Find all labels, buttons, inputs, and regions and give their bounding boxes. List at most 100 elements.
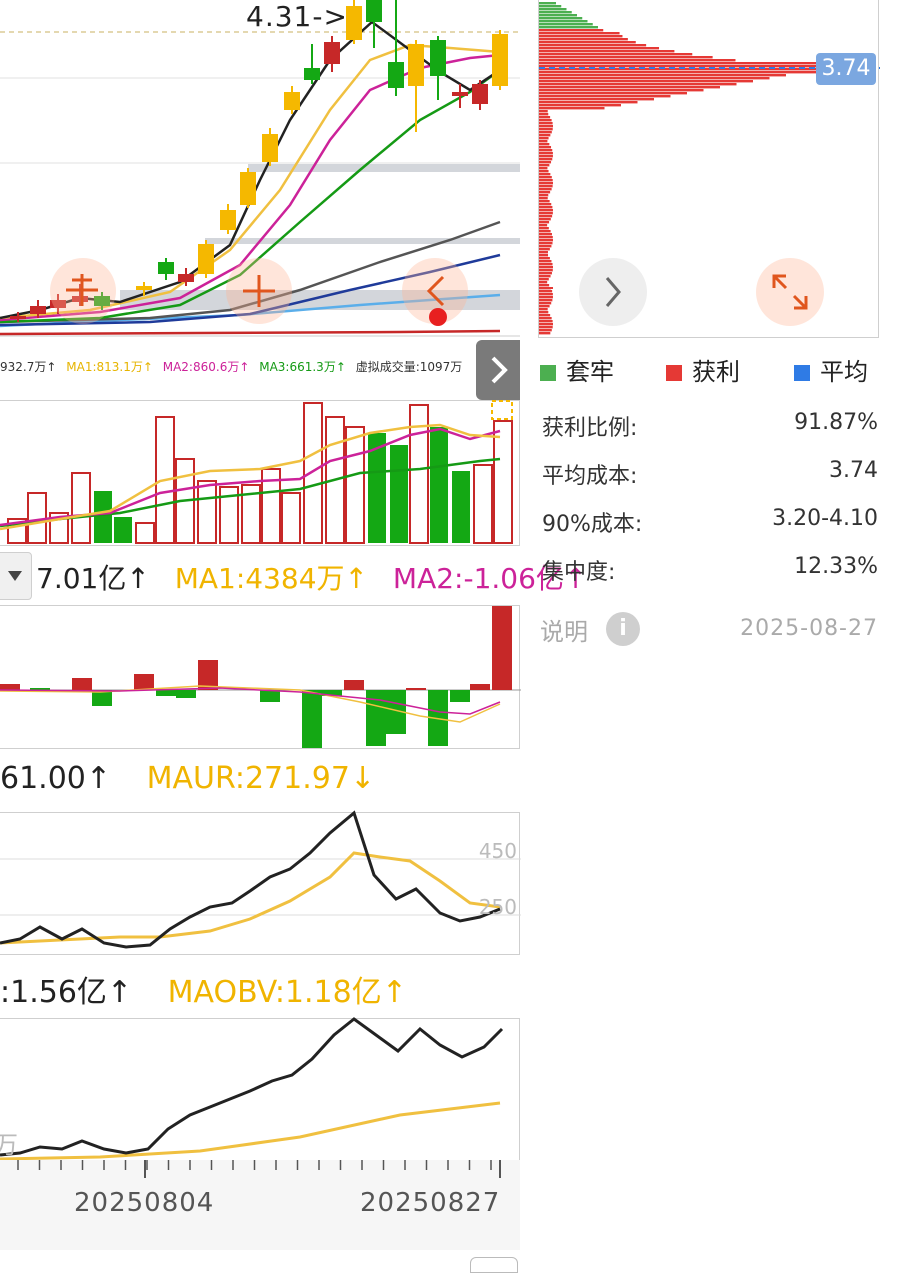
chip-bar <box>539 317 552 320</box>
fullscreen-button[interactable] <box>756 258 824 326</box>
chip-bar <box>539 167 548 170</box>
volume-bar <box>114 517 132 543</box>
chip-bar <box>539 110 548 113</box>
chip-bar <box>539 203 552 206</box>
moving-average-line <box>0 329 501 336</box>
vr-readout: 61.00↑ MAUR:271.97↓ <box>0 761 375 796</box>
macd-bar <box>470 684 490 690</box>
chip-bar <box>539 173 551 176</box>
chip-bar <box>539 248 550 251</box>
chip-bar <box>539 164 550 167</box>
macd-svg <box>0 606 521 748</box>
candle-body <box>178 274 194 282</box>
obv-line <box>0 1017 504 1157</box>
stat-value: 3.20-4.10 <box>772 506 878 531</box>
volume-bar <box>452 471 470 543</box>
chip-bar <box>539 326 553 329</box>
vr-svg <box>0 810 521 949</box>
chip-bar <box>539 284 550 287</box>
chip-bar <box>539 191 551 194</box>
obv-svg <box>0 1017 504 1161</box>
stat-label: 90%成本: <box>542 512 643 537</box>
obv-value: :1.56亿↑ <box>0 975 133 1010</box>
chip-bar <box>539 116 551 119</box>
macd-panel[interactable] <box>0 605 521 749</box>
candle-body <box>430 40 446 76</box>
chip-bar <box>539 245 552 248</box>
vr-panel[interactable]: 450 250 <box>0 810 521 955</box>
chip-bar <box>539 272 552 275</box>
chip-bar <box>539 74 786 77</box>
chip-bar <box>539 86 720 89</box>
chip-bar <box>539 17 583 20</box>
chip-bar <box>539 140 548 143</box>
caret-down-icon <box>8 571 22 581</box>
chip-bar <box>539 155 553 158</box>
price-band <box>205 238 520 244</box>
chip-bar <box>539 305 550 308</box>
chevron-left-icon <box>419 273 455 309</box>
axis-ticks-svg <box>17 1160 501 1178</box>
chip-bar <box>539 107 605 110</box>
macd-bar <box>260 690 280 702</box>
chip-bar <box>539 308 548 311</box>
macd-bar <box>0 684 20 690</box>
chip-bar <box>539 257 550 260</box>
stat-value: 91.87% <box>794 410 878 435</box>
chip-bar <box>539 35 623 38</box>
current-position-dot <box>429 308 447 326</box>
stat-concentration: 集中度: 12.33% <box>542 554 878 590</box>
chip-bar <box>539 296 553 299</box>
stat-label: 集中度: <box>542 560 616 585</box>
note-link[interactable]: 说明 i <box>540 612 640 648</box>
chip-bar <box>539 269 553 272</box>
macd-value: 7.01亿↑ <box>36 562 150 595</box>
chip-bar <box>539 275 551 278</box>
avg-cost-tag: 3.74 <box>816 53 876 85</box>
chip-date: 2025-08-27 <box>740 616 878 641</box>
chip-bar <box>539 311 549 314</box>
obv-panel[interactable]: 万 <box>0 1017 520 1161</box>
candle-body <box>30 306 46 314</box>
next-chip-button[interactable] <box>579 258 647 326</box>
chip-bar <box>539 50 675 53</box>
chip-bar <box>539 32 620 35</box>
chip-bar <box>539 185 553 188</box>
volume-bar <box>135 522 155 544</box>
chip-bar <box>539 218 551 221</box>
volume-svg <box>0 400 513 544</box>
candle-body <box>240 172 256 205</box>
expand-panel-button[interactable] <box>476 340 520 400</box>
x-axis: 20250804 20250827 <box>0 1160 520 1250</box>
chip-bar <box>539 242 553 245</box>
macd-readout: 7.01亿↑ MA1:4384万↑ MA2:-1.06亿↑ <box>36 557 587 597</box>
chip-bar <box>539 293 553 296</box>
volume-bar <box>94 491 112 543</box>
chip-bar <box>539 98 654 101</box>
chip-bar <box>539 80 753 83</box>
chip-bar <box>539 281 548 284</box>
volume-bar <box>303 402 323 544</box>
chip-bar <box>539 131 552 134</box>
chip-bar <box>539 233 552 236</box>
obv-maobv: MAOBV:1.18亿↑ <box>167 975 407 1010</box>
chip-bar <box>539 194 549 197</box>
virtual-volume-bar <box>491 400 513 420</box>
chip-bar <box>539 128 553 131</box>
stat-profit-ratio: 获利比例: 91.87% <box>542 410 878 446</box>
chip-bar <box>539 104 621 107</box>
macd-bar <box>176 690 196 698</box>
vol-ma2: MA2:860.6万↑ <box>162 360 250 374</box>
chip-bar <box>539 77 770 80</box>
chip-legend: 套牢 获利 平均 <box>540 352 880 386</box>
price-marker-label: 4.31-> <box>246 0 348 33</box>
indicator-dropdown[interactable] <box>0 552 32 600</box>
volume-panel[interactable] <box>0 400 520 546</box>
chip-bar <box>539 212 553 215</box>
chip-bar <box>539 137 549 140</box>
vr-line <box>0 810 501 949</box>
chip-bar <box>539 320 553 323</box>
macd-ma1: MA1:4384万↑ <box>174 562 368 595</box>
chip-bar <box>539 146 552 149</box>
chip-bar <box>539 161 552 164</box>
